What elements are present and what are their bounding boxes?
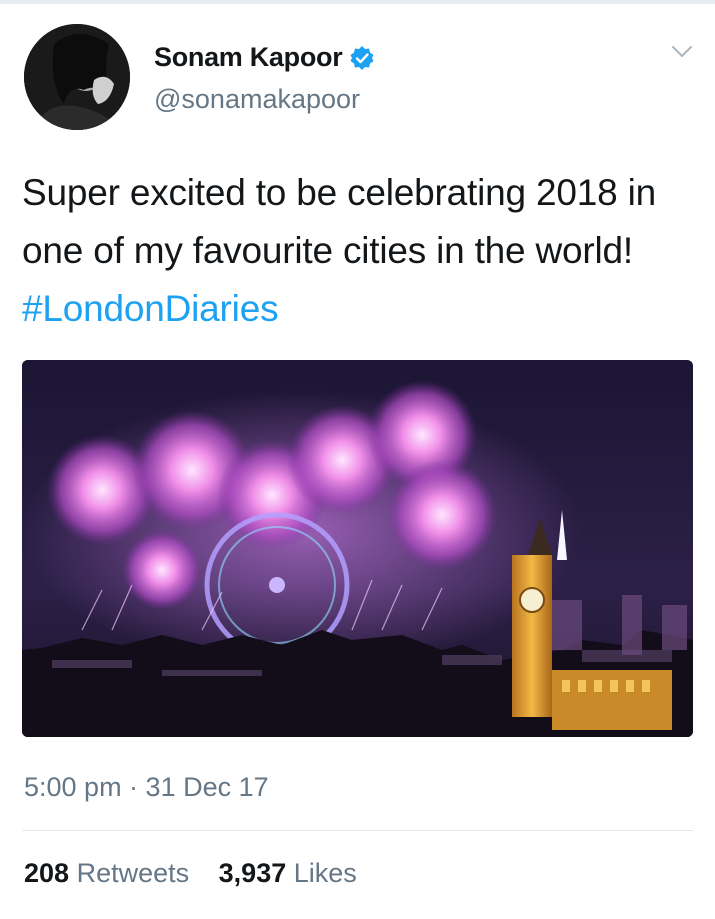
divider [22,830,693,831]
likes-stat[interactable]: 3,937 Likes [219,858,357,888]
top-border [0,0,715,4]
user-name[interactable]: Sonam Kapoor [154,42,343,73]
verified-badge-icon [349,45,375,71]
tweet-body: Super excited to be celebrating 2018 in … [22,172,656,271]
tweet-timestamp[interactable]: 5:00 pm · 31 Dec 17 [24,772,269,803]
retweets-stat[interactable]: 208 Retweets [24,858,189,888]
tweet-photo[interactable] [22,360,693,737]
hashtag-link[interactable]: #LondonDiaries [22,288,279,329]
retweets-label: Retweets [76,858,190,888]
user-name-row: Sonam Kapoor [154,42,375,73]
avatar[interactable] [24,24,130,130]
likes-label: Likes [293,858,357,888]
retweets-count: 208 [24,858,70,888]
likes-count: 3,937 [218,858,287,888]
tweet-stats: 208 Retweets 3,937 Likes [24,858,379,889]
tweet-text: Super excited to be celebrating 2018 in … [22,164,702,338]
user-handle[interactable]: @sonamakapoor [154,84,360,115]
chevron-down-icon[interactable] [670,42,694,62]
